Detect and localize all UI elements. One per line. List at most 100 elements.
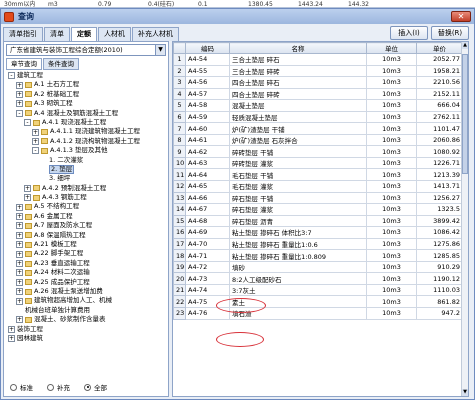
collapse-icon[interactable]: - (8, 72, 15, 80)
expand-icon[interactable]: + (16, 213, 23, 221)
expand-icon[interactable]: + (16, 278, 23, 286)
expand-icon[interactable]: + (16, 269, 23, 277)
expand-icon[interactable]: + (16, 90, 23, 98)
tree-node[interactable]: + A.4.1.2 现浇构筑物混凝土工程 (6, 137, 166, 146)
scroll-thumb[interactable] (462, 54, 468, 174)
tree-node[interactable]: + 建筑物超高增加人工、机械 (6, 296, 166, 305)
table-row[interactable]: 23 A4-76 填石渣 10m3 947.2 (173, 307, 463, 320)
expand-icon[interactable]: + (16, 203, 23, 211)
scroll-down-icon[interactable]: ▼ (462, 389, 468, 396)
tree-node[interactable]: + A.21 模板工程 (6, 240, 166, 249)
table-row[interactable]: 4 A4-57 四合土垫层 碎砖 10m3 2152.11 (173, 87, 463, 101)
tree-node[interactable]: + A.4.1.1 现浇建筑物混凝土工程 (6, 127, 166, 136)
tree-node[interactable]: + A.1 土石方工程 (6, 80, 166, 89)
tree-node[interactable]: + A.5 不结构工程 (6, 202, 166, 211)
tree-node[interactable]: + A.4.2 预制混凝土工程 (6, 184, 166, 193)
collapse-icon[interactable]: - (24, 119, 31, 127)
chevron-down-icon[interactable]: ▼ (155, 45, 165, 55)
tree-node[interactable]: + A.3 砌筑工程 (6, 99, 166, 108)
table-row[interactable]: 14 A4-67 碎石垫层 灌浆 10m3 1323.5 (173, 203, 463, 216)
table-row[interactable]: 12 A4-65 毛石垫层 灌浆 10m3 1413.71 (173, 180, 463, 193)
tree-node[interactable]: + A.7 屋面及防水工程 (6, 221, 166, 230)
expand-icon[interactable]: + (8, 335, 15, 343)
table-row[interactable]: 13 A4-66 碎石垫层 干铺 10m3 1256.27 (173, 191, 463, 205)
tab-0[interactable]: 清单指引 (3, 27, 43, 41)
tree-node[interactable]: + A.24 材料二次运输 (6, 268, 166, 277)
tree-node[interactable]: + 园林建筑 (6, 334, 166, 343)
vertical-scrollbar[interactable]: ▲ ▼ (461, 42, 468, 396)
table-row[interactable]: 3 A4-56 四合土垫层 碎石 10m3 2210.56 (173, 76, 463, 89)
table-row[interactable]: 19 A4-72 填砂 10m3 910.29 (173, 260, 463, 274)
table-row[interactable]: 7 A4-60 炉(矿)渣垫层 干铺 10m3 1101.47 (173, 122, 463, 135)
tree-node[interactable]: 1. 二次灌浆 (6, 156, 166, 165)
tree-node[interactable]: + A.8 保温隔热工程 (6, 231, 166, 240)
column-header[interactable]: 单价 (416, 42, 463, 54)
tree-node[interactable]: 机械台班单独计算费用 (6, 306, 166, 315)
tab-3[interactable]: 人材机 (98, 27, 131, 41)
close-button[interactable]: ✕ (451, 11, 471, 22)
scope-radio-0[interactable]: 标准 (10, 382, 33, 392)
expand-icon[interactable]: + (16, 316, 23, 324)
expand-icon[interactable]: + (16, 231, 23, 239)
column-header[interactable]: 名称 (229, 42, 367, 54)
table-row[interactable]: 2 A4-55 三合土垫层 碎砖 10m3 1958.21 (173, 64, 463, 78)
expand-icon[interactable]: + (16, 297, 23, 305)
library-select[interactable]: 广东省建筑与装饰工程综合定额(2010) ▼ (6, 44, 166, 56)
scope-radio-1[interactable]: 补充 (47, 382, 70, 392)
tree-node[interactable]: + A.22 脚手架工程 (6, 249, 166, 258)
tree-node[interactable]: - 建筑工程 (6, 71, 166, 80)
tree-node[interactable]: + 装饰工程 (6, 325, 166, 334)
collapse-icon[interactable]: - (32, 147, 39, 155)
tab-1[interactable]: 清单 (44, 27, 70, 41)
tree-node[interactable]: 3. 细坪 (6, 174, 166, 183)
expand-icon[interactable]: + (16, 81, 23, 89)
table-row[interactable]: 1 A4-54 三合土垫层 碎石 10m3 2052.77 (173, 53, 463, 66)
expand-icon[interactable]: + (16, 222, 23, 230)
collapse-icon[interactable]: - (16, 109, 23, 117)
expand-icon[interactable]: + (24, 194, 31, 202)
insert-button[interactable]: 插入(I) (390, 26, 428, 40)
table-row[interactable]: 21 A4-74 3:7灰土 10m3 1110.03 (173, 283, 463, 297)
tree-node[interactable]: + A.6 金属工程 (6, 212, 166, 221)
radio-icon[interactable] (10, 383, 17, 391)
table-row[interactable]: 11 A4-64 毛石垫层 干铺 10m3 1213.39 (173, 168, 463, 181)
tree-node[interactable]: + A.23 垂直运输工程 (6, 259, 166, 268)
table-row[interactable]: 9 A4-62 碎砖垫层 干铺 10m3 1080.92 (173, 145, 463, 158)
tree-node[interactable]: - A.4 混凝土及钢筋混凝土工程 (6, 109, 166, 118)
expand-icon[interactable]: + (32, 137, 39, 145)
expand-icon[interactable]: + (16, 250, 23, 258)
expand-icon[interactable]: + (16, 241, 23, 249)
tree-node[interactable]: - A.4.1 现浇混凝土工程 (6, 118, 166, 127)
column-header[interactable]: 编码 (185, 42, 230, 54)
table-row[interactable]: 5 A4-58 混凝土垫层 10m3 666.04 (173, 99, 463, 112)
table-row[interactable]: 16 A4-69 粘土垫层 掺碎石 体积比3:7 10m3 1086.42 (173, 226, 463, 239)
scope-radio-2[interactable]: 全部 (84, 382, 107, 392)
column-header[interactable]: 单位 (366, 42, 417, 54)
tree-node[interactable]: + A.25 成品保护工程 (6, 278, 166, 287)
tab-2[interactable]: 定额 (71, 27, 97, 41)
table-row[interactable]: 17 A4-70 粘土垫层 掺碎石 重量比1:0.6 10m3 1275.86 (173, 237, 463, 251)
tree-node[interactable]: - A.4.1.3 垫层及其他 (6, 146, 166, 155)
replace-button[interactable]: 替换(R) (431, 26, 469, 40)
expand-icon[interactable]: + (16, 288, 23, 296)
radio-icon[interactable] (47, 383, 54, 391)
expand-icon[interactable]: + (32, 128, 39, 136)
tree-node[interactable]: 2. 垫层 (6, 165, 166, 175)
tree-node[interactable]: + A.2 桩基础工程 (6, 90, 166, 99)
subtab-0[interactable]: 章节查询 (6, 58, 42, 70)
expand-icon[interactable]: + (16, 260, 23, 267)
table-row[interactable]: 6 A4-59 轻质混凝土垫层 10m3 2762.11 (173, 110, 463, 124)
expand-icon[interactable]: + (16, 100, 23, 108)
expand-icon[interactable]: + (24, 184, 31, 192)
table-row[interactable]: 20 A4-73 8:2人工级配砂石 10m3 1190.12 (173, 272, 463, 285)
expand-icon[interactable]: + (8, 325, 15, 333)
scroll-up-icon[interactable]: ▲ (462, 42, 468, 49)
table-row[interactable]: 10 A4-63 碎砖垫层 灌浆 10m3 1226.71 (173, 156, 463, 170)
tree-node[interactable]: + A.26 混凝土泵送增加费 (6, 287, 166, 296)
table-row[interactable]: 15 A4-68 碎石垫层 沥青 10m3 3899.42 (173, 214, 463, 228)
radio-icon[interactable] (84, 383, 91, 391)
tab-4[interactable]: 补充人材机 (132, 27, 179, 41)
tree-node[interactable]: + 混凝土、砂浆制作含量表 (6, 315, 166, 324)
subtab-1[interactable]: 条件查询 (43, 58, 79, 70)
tree-node[interactable]: + A.4.3 钢筋工程 (6, 193, 166, 202)
